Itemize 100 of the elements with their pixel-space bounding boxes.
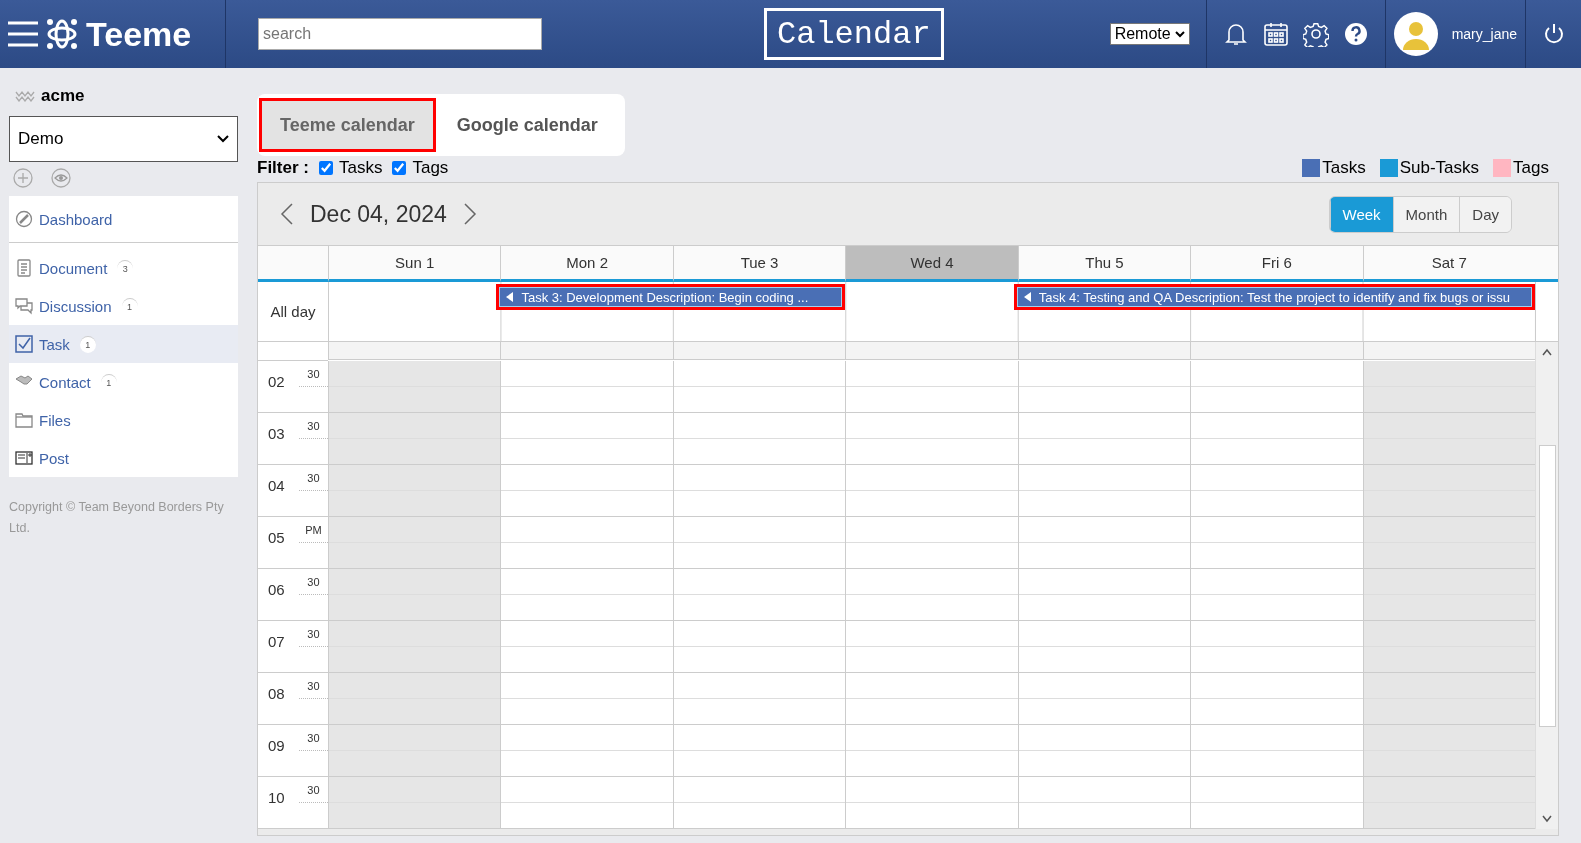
- calendar-tab[interactable]: Teeme calendar: [259, 98, 436, 152]
- time-slot[interactable]: [1017, 413, 1191, 465]
- user-name[interactable]: mary_jane: [1451, 26, 1518, 42]
- event-bar[interactable]: Task 3: Development Description: Begin coding ...: [499, 287, 843, 307]
- sidebar-item[interactable]: Task 1: [9, 325, 238, 363]
- time-slot[interactable]: [845, 361, 1018, 413]
- sidebar-item[interactable]: Contact 1: [9, 363, 238, 401]
- time-slot[interactable]: [1190, 777, 1363, 829]
- time-slot[interactable]: [1190, 569, 1363, 621]
- chevron-left-icon[interactable]: [280, 203, 294, 225]
- time-slot[interactable]: [672, 517, 846, 569]
- event-bar[interactable]: Task 4: Testing and QA Description: Test the project to identify and fix bugs or issu: [1016, 287, 1532, 307]
- filter-checkbox[interactable]: [318, 161, 333, 175]
- time-slot[interactable]: [1190, 413, 1363, 465]
- sidebar-item[interactable]: Post: [9, 439, 238, 477]
- time-slot[interactable]: [328, 517, 501, 569]
- time-slot[interactable]: [1017, 621, 1191, 673]
- view-button[interactable]: Month: [1392, 196, 1460, 232]
- settings-icon[interactable]: [1302, 21, 1329, 47]
- add-icon[interactable]: [13, 168, 33, 188]
- time-slot[interactable]: [1017, 777, 1191, 829]
- time-slot[interactable]: [328, 621, 501, 673]
- search-field[interactable]: search: [258, 18, 542, 50]
- time-slot[interactable]: [1017, 517, 1191, 569]
- time-slot[interactable]: [845, 673, 1018, 725]
- time-slot[interactable]: [500, 621, 673, 673]
- scrollbar-thumb[interactable]: [1538, 444, 1556, 727]
- time-slot[interactable]: [500, 342, 673, 360]
- sidebar-item[interactable]: Document 3: [9, 249, 238, 287]
- sidebar-item[interactable]: Files: [9, 401, 238, 439]
- time-slot[interactable]: [1017, 465, 1191, 517]
- time-slot[interactable]: [1190, 673, 1363, 725]
- time-slot[interactable]: [845, 342, 1018, 360]
- eye-icon[interactable]: [51, 168, 71, 188]
- time-slot[interactable]: [500, 517, 673, 569]
- bell-icon[interactable]: [1222, 21, 1249, 47]
- time-slot[interactable]: [845, 777, 1018, 829]
- time-slot[interactable]: [500, 725, 673, 777]
- time-slot[interactable]: [1017, 342, 1191, 360]
- time-slot[interactable]: [328, 361, 501, 413]
- filter-checkbox[interactable]: [392, 161, 407, 175]
- time-slot[interactable]: [328, 413, 501, 465]
- time-slot[interactable]: [1362, 777, 1535, 829]
- time-slot[interactable]: [845, 725, 1018, 777]
- time-slot[interactable]: [672, 413, 846, 465]
- time-slot[interactable]: [500, 361, 673, 413]
- time-slot[interactable]: [1017, 361, 1191, 413]
- time-slot[interactable]: [1362, 725, 1535, 777]
- view-button[interactable]: Day: [1459, 196, 1511, 232]
- time-slot[interactable]: [1362, 413, 1535, 465]
- chevron-right-icon[interactable]: [462, 203, 477, 225]
- time-slot[interactable]: [672, 777, 846, 829]
- time-slot[interactable]: [1017, 725, 1191, 777]
- time-slot[interactable]: [1362, 673, 1535, 725]
- time-slot[interactable]: [1017, 569, 1191, 621]
- time-slot[interactable]: [1190, 517, 1363, 569]
- time-slot[interactable]: [1190, 342, 1363, 360]
- time-slot[interactable]: [672, 342, 846, 360]
- calendar-icon[interactable]: [1262, 21, 1289, 47]
- time-slot[interactable]: [672, 725, 846, 777]
- time-slot[interactable]: [1190, 725, 1363, 777]
- time-slot[interactable]: [500, 569, 673, 621]
- sidebar-item[interactable]: Dashboard: [9, 196, 238, 243]
- time-slot[interactable]: [1362, 361, 1535, 413]
- time-slot[interactable]: [328, 342, 501, 360]
- time-slot[interactable]: [1190, 465, 1363, 517]
- time-slot[interactable]: [500, 673, 673, 725]
- time-slot[interactable]: [328, 777, 501, 829]
- time-slot[interactable]: [328, 673, 501, 725]
- time-slot[interactable]: [1362, 569, 1535, 621]
- calendar-tab[interactable]: Google calendar: [435, 98, 619, 152]
- time-slot[interactable]: [1017, 673, 1191, 725]
- time-slot[interactable]: [1362, 621, 1535, 673]
- time-slot[interactable]: [845, 465, 1018, 517]
- scrollbar-track[interactable]: [1535, 342, 1558, 829]
- space-select[interactable]: Demo: [9, 116, 238, 162]
- time-slot[interactable]: [672, 673, 846, 725]
- help-icon[interactable]: [1342, 21, 1369, 47]
- time-slot[interactable]: [672, 465, 846, 517]
- time-slot[interactable]: [845, 413, 1018, 465]
- time-slot[interactable]: [845, 517, 1018, 569]
- menu-icon[interactable]: [8, 21, 38, 47]
- time-slot[interactable]: [845, 621, 1018, 673]
- time-slot[interactable]: [1362, 342, 1535, 360]
- time-slot[interactable]: [672, 361, 846, 413]
- time-slot[interactable]: [500, 413, 673, 465]
- time-slot[interactable]: [500, 777, 673, 829]
- time-slot[interactable]: [672, 621, 846, 673]
- avatar-icon[interactable]: [1393, 12, 1438, 56]
- time-slot[interactable]: [500, 465, 673, 517]
- mode-select[interactable]: Remote: [1109, 23, 1190, 45]
- scroll-up-icon[interactable]: [1542, 348, 1552, 356]
- time-slot[interactable]: [1190, 361, 1363, 413]
- time-slot[interactable]: [845, 569, 1018, 621]
- time-slot[interactable]: [1190, 621, 1363, 673]
- time-slot[interactable]: [672, 569, 846, 621]
- time-slot[interactable]: [1362, 517, 1535, 569]
- sidebar-item[interactable]: Discussion 1: [9, 287, 238, 325]
- time-slot[interactable]: [328, 569, 501, 621]
- time-slot[interactable]: [328, 725, 501, 777]
